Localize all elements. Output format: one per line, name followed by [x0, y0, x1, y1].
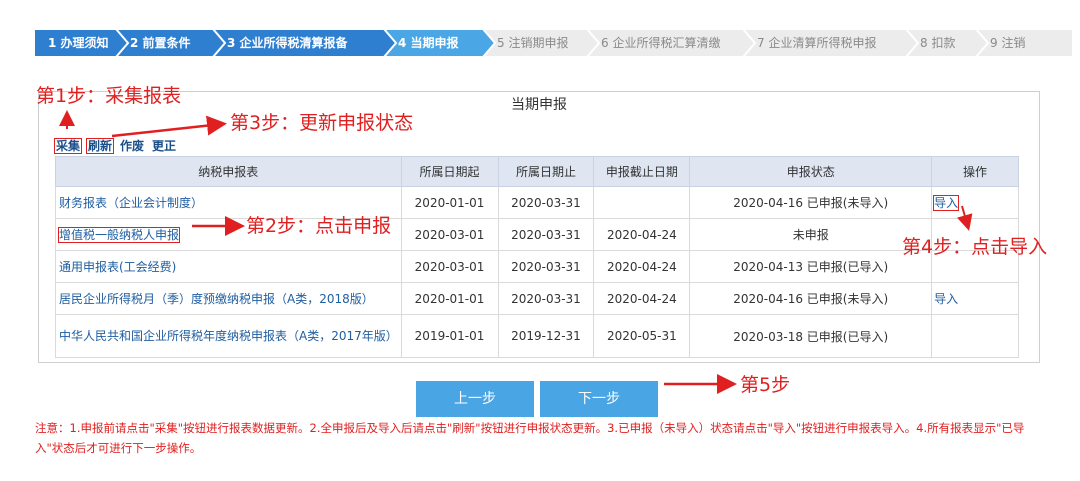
col-header-start-date: 所属日期起	[400, 156, 499, 187]
form-link[interactable]: 居民企业所得税月（季）度预缴纳税申报（A类，2018版）	[59, 292, 374, 306]
annotation-step5: 第5步	[740, 374, 791, 396]
end-date-cell: 2020-03-31	[497, 186, 595, 219]
wizard-step-label: 6 企业所得税汇算清缴	[601, 36, 721, 50]
wizard-step-7[interactable]: 7 企业清算所得税申报	[743, 29, 920, 57]
step-wizard: 1 办理须知 2 前置条件 3 企业所得税清算报备 4 当期申报 5 注销期申报 6 企业…	[34, 29, 1072, 57]
correct-button[interactable]: 更正	[151, 139, 177, 153]
action-cell	[931, 314, 1019, 358]
end-date-cell: 2020-03-31	[497, 218, 595, 251]
panel-title: 当期申报	[511, 97, 567, 113]
start-date-cell: 2019-01-01	[400, 314, 499, 358]
import-link[interactable]: 导入	[934, 292, 958, 306]
start-date-cell: 2020-01-01	[400, 186, 499, 219]
form-link[interactable]: 中华人民共和国企业所得税年度纳税申报表（A类，2017年版）	[59, 329, 398, 343]
col-header-status: 申报状态	[689, 156, 933, 187]
table-row: 增值税一般纳税人申报 2020-03-01 2020-03-31 2020-04…	[55, 218, 1019, 251]
table-row: 中华人民共和国企业所得税年度纳税申报表（A类，2017年版） 2019-01-0…	[55, 314, 1019, 358]
collect-button[interactable]: 采集	[53, 138, 83, 154]
wizard-step-label: 3 企业所得税清算报备	[227, 36, 348, 50]
current-period-declaration-panel: 当期申报 采集 刷新 作废 更正 纳税申报表 所属日期起 所属日期止 申报截止日期 申…	[38, 91, 1040, 363]
wizard-step-1[interactable]: 1 办理须知	[34, 29, 130, 57]
status-cell: 2020-04-16 已申报(未导入)	[689, 282, 933, 315]
start-date-cell: 2020-03-01	[400, 250, 499, 283]
deadline-cell: 2020-05-31	[593, 314, 691, 358]
import-link[interactable]: 导入	[933, 195, 960, 211]
wizard-step-label: 5 注销期申报	[497, 36, 569, 50]
wizard-step-3[interactable]: 3 企业所得税清算报备	[213, 29, 398, 57]
wizard-step-label: 4 当期申报	[398, 36, 459, 50]
form-link[interactable]: 通用申报表(工会经费)	[59, 260, 176, 274]
table-row: 通用申报表(工会经费) 2020-03-01 2020-03-31 2020-0…	[55, 250, 1019, 283]
refresh-button[interactable]: 刷新	[86, 138, 115, 154]
void-button[interactable]: 作废	[119, 139, 145, 153]
end-date-cell: 2020-03-31	[497, 250, 595, 283]
col-header-deadline: 申报截止日期	[593, 156, 691, 187]
deadline-cell	[593, 186, 691, 219]
instruction-note: 注意：1.申报前请点击"采集"按钮进行报表数据更新。2.全申报后及导入后请点击"…	[35, 421, 1025, 455]
wizard-step-label: 9 注销	[990, 36, 1026, 50]
col-header-end-date: 所属日期止	[497, 156, 595, 187]
wizard-step-2[interactable]: 2 前置条件	[116, 29, 227, 57]
wizard-step-9[interactable]: 9 注销	[976, 29, 1072, 57]
deadline-cell: 2020-04-24	[593, 250, 691, 283]
next-step-button[interactable]: 下一步	[540, 381, 658, 417]
end-date-cell: 2019-12-31	[497, 314, 595, 358]
form-link[interactable]: 财务报表（企业会计制度）	[59, 196, 203, 210]
annotation-step4: 第4步：点击导入	[902, 236, 1048, 258]
end-date-cell: 2020-03-31	[497, 282, 595, 315]
table-toolbar: 采集 刷新 作废 更正	[53, 137, 183, 154]
form-link[interactable]: 增值税一般纳税人申报	[57, 226, 181, 243]
wizard-step-4[interactable]: 4 当期申报	[384, 29, 497, 57]
annotation-step3: 第3步：更新申报状态	[230, 112, 414, 134]
wizard-step-label: 1 办理须知	[48, 36, 109, 50]
annotation-step1: 第1步：采集报表	[36, 85, 182, 107]
col-header-action: 操作	[931, 156, 1019, 187]
deadline-cell: 2020-04-24	[593, 282, 691, 315]
status-cell: 2020-04-16 已申报(未导入)	[689, 186, 933, 219]
status-cell: 未申报	[689, 218, 933, 251]
deadline-cell: 2020-04-24	[593, 218, 691, 251]
wizard-step-6[interactable]: 6 企业所得税汇算清缴	[587, 29, 757, 57]
start-date-cell: 2020-01-01	[400, 282, 499, 315]
table-row: 居民企业所得税月（季）度预缴纳税申报（A类，2018版） 2020-01-01 …	[55, 282, 1019, 315]
wizard-step-5[interactable]: 5 注销期申报	[483, 29, 601, 57]
prev-step-button[interactable]: 上一步	[416, 381, 534, 417]
declaration-table: 纳税申报表 所属日期起 所属日期止 申报截止日期 申报状态 操作 财务报表（企业…	[55, 156, 1019, 358]
table-header-row: 纳税申报表 所属日期起 所属日期止 申报截止日期 申报状态 操作	[55, 156, 1019, 187]
status-cell: 2020-03-18 已申报(已导入)	[689, 314, 933, 358]
table-row: 财务报表（企业会计制度） 2020-01-01 2020-03-31 2020-…	[55, 186, 1019, 219]
wizard-step-label: 7 企业清算所得税申报	[757, 36, 877, 50]
col-header-form: 纳税申报表	[55, 156, 402, 187]
status-cell: 2020-04-13 已申报(已导入)	[689, 250, 933, 283]
start-date-cell: 2020-03-01	[400, 218, 499, 251]
annotation-step2: 第2步：点击申报	[246, 215, 392, 237]
wizard-step-label: 2 前置条件	[130, 36, 191, 50]
